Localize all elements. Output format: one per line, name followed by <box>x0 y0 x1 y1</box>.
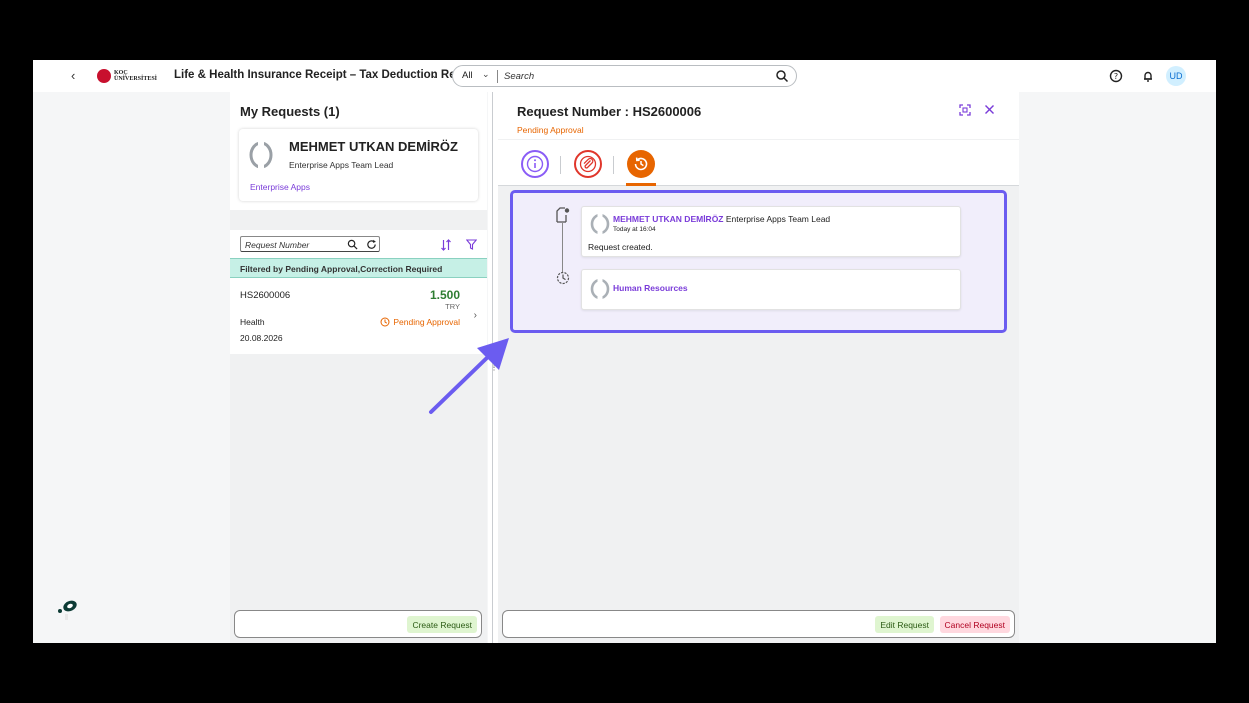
attachment-icon <box>579 155 597 173</box>
tab-attachments[interactable] <box>574 150 602 178</box>
timeline-entry: Human Resources <box>581 269 961 310</box>
request-status: Pending Approval <box>380 317 460 327</box>
filter-info-bar: Filtered by Pending Approval,Correction … <box>230 258 487 278</box>
profile-department-link[interactable]: Enterprise Apps <box>250 182 310 192</box>
close-icon[interactable] <box>984 104 995 115</box>
edit-request-button[interactable]: Edit Request <box>875 616 934 633</box>
master-title: My Requests (1) <box>240 104 340 119</box>
process-timeline: MEHMET UTKAN DEMİRÖZ Enterprise Apps Tea… <box>510 190 1007 333</box>
search-scope-select[interactable]: All <box>462 70 473 81</box>
app-frame: ‹ KOÇ ÜNİVERSİTESİ Life & Health Insuranc… <box>33 60 1216 643</box>
search-icon[interactable] <box>347 239 358 250</box>
drag-handle-icon[interactable]: ⋮ ⋮ <box>490 360 498 376</box>
shell-bar: ‹ KOÇ ÜNİVERSİTESİ Life & Health Insuranc… <box>33 60 1216 92</box>
back-icon[interactable]: ‹ <box>71 68 75 83</box>
detail-tabbar <box>498 140 1019 186</box>
master-footer-toolbar: Create Request <box>234 610 482 638</box>
logo-text: KOÇ ÜNİVERSİTESİ <box>114 70 158 82</box>
group-avatar-icon <box>590 279 610 299</box>
app-title-chevron-down-icon[interactable]: ⌄ <box>430 68 439 81</box>
request-date: 20.08.2026 <box>240 333 283 343</box>
company-logo[interactable]: KOÇ ÜNİVERSİTESİ <box>97 69 157 83</box>
info-icon <box>526 155 544 173</box>
document-created-icon <box>556 207 570 223</box>
list-toolbar <box>230 230 487 260</box>
user-avatar-icon <box>590 214 610 234</box>
search-input[interactable] <box>504 69 764 84</box>
floating-assistant-icon[interactable] <box>55 597 81 623</box>
help-icon[interactable]: ? <box>1109 69 1123 83</box>
profile-avatar-icon <box>249 141 273 169</box>
global-search: All ⌄ <box>452 65 797 87</box>
request-currency: TRY <box>445 302 460 311</box>
search-separator <box>497 70 498 83</box>
tab-history[interactable] <box>627 150 655 178</box>
filter-info-text: Filtered by Pending Approval,Correction … <box>240 264 443 274</box>
request-type: Health <box>240 317 265 327</box>
profile-name: MEHMET UTKAN DEMİRÖZ <box>289 139 458 154</box>
scope-chevron-down-icon[interactable]: ⌄ <box>482 69 490 80</box>
timeline-connector <box>562 223 563 273</box>
user-avatar[interactable]: UD <box>1166 66 1186 86</box>
actor-role: Enterprise Apps Team Lead <box>725 214 831 224</box>
logo-mark-icon <box>97 69 111 83</box>
pending-clock-icon <box>380 317 390 327</box>
app-title[interactable]: Life & Health Insurance Receipt – Tax De… <box>174 69 472 81</box>
tab-separator <box>613 156 614 174</box>
cancel-request-button[interactable]: Cancel Request <box>939 616 1010 633</box>
svg-text:?: ? <box>1114 72 1118 81</box>
notification-bell-icon[interactable] <box>1141 69 1155 83</box>
profile-role: Enterprise Apps Team Lead <box>289 160 394 170</box>
request-amount: 1.500 <box>429 288 460 302</box>
history-icon <box>634 157 648 171</box>
detail-pane: Request Number : HS2600006 Pending Appro… <box>498 92 1019 643</box>
timeline-entry-time: Today at 16:04 <box>613 226 656 233</box>
detail-title: Request Number : HS2600006 <box>517 104 702 119</box>
tab-separator <box>560 156 561 174</box>
actor-name: MEHMET UTKAN DEMİRÖZ <box>613 214 724 224</box>
timeline-entry-actor: MEHMET UTKAN DEMİRÖZ Enterprise Apps Tea… <box>613 214 830 224</box>
timeline-entry-message: Request created. <box>588 242 653 252</box>
timeline-entry: MEHMET UTKAN DEMİRÖZ Enterprise Apps Tea… <box>581 206 961 257</box>
pending-clock-icon <box>556 271 570 285</box>
detail-footer-toolbar: Edit Request Cancel Request <box>502 610 1015 638</box>
timeline-entry-actor: Human Resources <box>613 283 688 293</box>
filter-icon[interactable] <box>466 239 477 250</box>
active-tab-indicator <box>626 183 656 186</box>
request-list-item[interactable]: HS2600006 1.500 TRY Health 20.08.2026 Pe… <box>230 278 487 354</box>
create-request-button[interactable]: Create Request <box>407 616 477 633</box>
request-search-input[interactable] <box>245 238 345 251</box>
detail-status: Pending Approval <box>517 125 584 135</box>
chevron-right-icon: › <box>473 310 477 321</box>
master-header: My Requests (1) MEHMET UTKAN DEMİRÖZ Ent… <box>230 92 487 210</box>
pane-splitter[interactable]: ⋮ ⋮ <box>488 92 498 643</box>
request-search-field <box>240 236 380 252</box>
detail-header: Request Number : HS2600006 Pending Appro… <box>498 92 1019 139</box>
refresh-icon[interactable] <box>366 239 377 250</box>
fullscreen-icon[interactable] <box>959 104 971 116</box>
request-id: HS2600006 <box>240 290 291 301</box>
master-pane: My Requests (1) MEHMET UTKAN DEMİRÖZ Ent… <box>230 92 487 643</box>
request-status-label: Pending Approval <box>393 317 460 327</box>
search-icon[interactable] <box>775 69 789 83</box>
sort-icon[interactable] <box>440 239 452 251</box>
tab-info[interactable] <box>521 150 549 178</box>
profile-card: MEHMET UTKAN DEMİRÖZ Enterprise Apps Tea… <box>239 129 478 201</box>
